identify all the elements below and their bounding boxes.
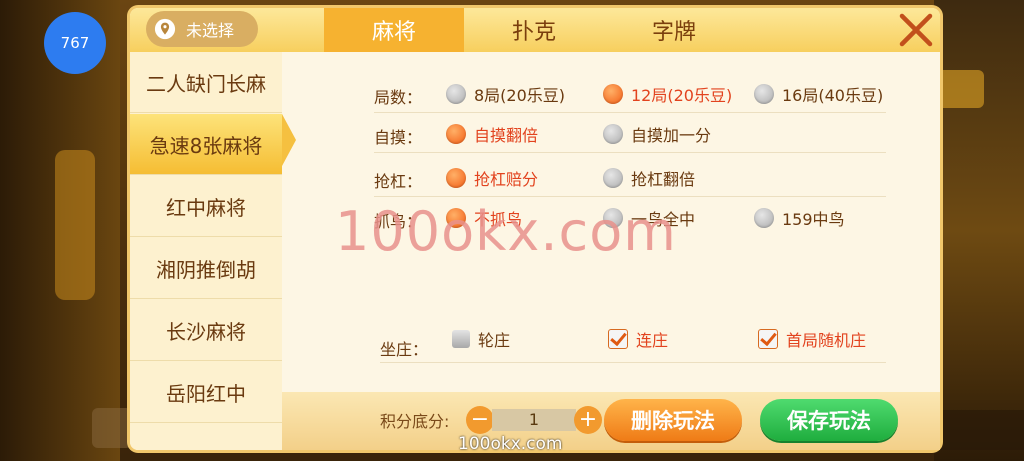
delete-rule-button[interactable]: 删除玩法 [604,399,742,441]
sidebar-item-label: 红中麻将 [166,195,246,220]
close-icon[interactable] [896,10,936,50]
location-pin-icon [154,18,176,40]
radio-icon [754,208,774,228]
qianggang-option-double[interactable]: 抢杠翻倍 [603,166,695,190]
location-selector[interactable]: 未选择 [146,11,258,47]
sidebar-item-erren[interactable]: 二人缺门长麻 [130,52,282,113]
sidebar-item-changsha[interactable]: 长沙麻将 [130,300,282,361]
location-label: 未选择 [186,21,235,40]
score-value[interactable]: 1 [492,409,576,431]
minus-icon[interactable]: − [466,406,494,434]
background-bottom-icon [92,408,132,448]
tab-mahjong[interactable]: 麻将 [324,8,464,52]
rounds-option-12[interactable]: 12局(20乐豆) [603,82,732,106]
sidebar-item-xiangyin[interactable]: 湘阴推倒胡 [130,238,282,299]
sidebar-item-label: 长沙麻将 [166,319,246,344]
zuozhuang-option-random-first[interactable]: 首局随机庄 [758,327,866,351]
active-item-arrow [282,114,296,166]
watermark-text: 100okx.com [335,200,677,263]
zuozhuang-label: 坐庄： [380,340,429,359]
sidebar-item-hongzhong[interactable]: 红中麻将 [130,176,282,237]
zuozhuang-option-continue[interactable]: 连庄 [608,327,668,351]
qianggang-option-pay[interactable]: 抢杠赔分 [446,166,538,190]
sidebar-item-label: 二人缺门长麻 [146,71,266,96]
radio-icon [754,84,774,104]
count-badge: 767 [44,12,106,74]
sidebar-item-yueyang[interactable]: 岳阳红中 [130,362,282,423]
plus-icon[interactable]: + [574,406,602,434]
radio-icon [446,84,466,104]
zuozhuang-option-rotate[interactable]: 轮庄 [452,327,510,351]
sidebar-item-label: 岳阳红中 [166,381,246,406]
site-watermark: 100okx.com [458,434,563,454]
save-rule-button[interactable]: 保存玩法 [760,399,898,441]
row-divider [374,152,886,153]
zhuaniao-option-159[interactable]: 159中鸟 [754,206,845,230]
tab-zipai[interactable]: 字牌 [604,8,744,52]
radio-selected-icon [603,84,623,104]
radio-icon [603,124,623,144]
checkbox-checked-icon [608,329,628,349]
rounds-option-8[interactable]: 8局(20乐豆) [446,82,565,106]
row-divider [380,362,886,363]
sidebar-item-label: 急速8张麻将 [149,133,263,158]
zimo-option-plus-one[interactable]: 自摸加一分 [603,122,711,146]
qianggang-label: 抢杠： [374,172,423,191]
game-list: 二人缺门长麻 急速8张麻将 红中麻将 湘阴推倒胡 长沙麻将 岳阳红中 [130,52,282,450]
row-divider [374,112,886,113]
background-bottom-bar [934,410,1024,450]
radio-icon [603,168,623,188]
radio-selected-icon [446,168,466,188]
rounds-label: 局数： [374,88,423,107]
checkbox-checked-icon [758,329,778,349]
background-side-tag [55,150,95,300]
sidebar-item-jisu[interactable]: 急速8张麻将 [130,114,282,175]
checkbox-icon [452,330,470,348]
tab-poker[interactable]: 扑克 [464,8,604,52]
score-stepper: − 1 + [464,406,604,434]
score-label: 积分底分: [380,412,450,431]
zimo-option-double[interactable]: 自摸翻倍 [446,122,538,146]
row-divider [374,196,886,197]
sidebar-item-label: 湘阴推倒胡 [156,257,256,282]
zimo-label: 自摸： [374,128,423,147]
dialog-topbar: 未选择 麻将 扑克 字牌 [130,8,940,52]
background-right-button [934,70,984,108]
radio-selected-icon [446,124,466,144]
rounds-option-16[interactable]: 16局(40乐豆) [754,82,883,106]
